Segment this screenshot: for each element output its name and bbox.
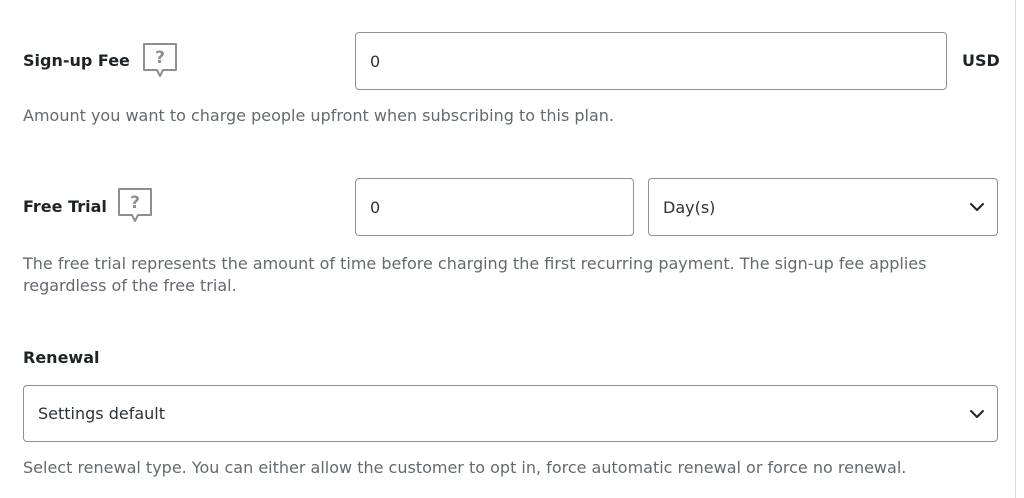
signup-fee-description: Amount you want to charge people upfront… bbox=[23, 106, 615, 125]
free-trial-description: The free trial represents the amount of … bbox=[23, 254, 927, 295]
free-trial-unit-value: Day(s) bbox=[663, 197, 716, 217]
signup-fee-value: 0 bbox=[370, 51, 381, 71]
panel-border bbox=[1015, 0, 1024, 498]
chevron-down-icon bbox=[970, 203, 984, 211]
renewal-value: Settings default bbox=[38, 404, 166, 423]
chevron-down-icon bbox=[970, 409, 984, 418]
free-trial-label: Free Trial bbox=[23, 197, 107, 216]
currency-label: USD bbox=[962, 51, 1000, 70]
renewal-description: Select renewal type. You can either allo… bbox=[23, 458, 907, 477]
question-bubble-icon[interactable]: ? bbox=[141, 42, 179, 80]
free-trial-input[interactable]: 0 bbox=[355, 178, 634, 236]
free-trial-unit-select[interactable]: Day(s) bbox=[648, 178, 998, 236]
question-bubble-icon[interactable]: ? bbox=[116, 187, 154, 225]
signup-fee-input[interactable]: 0 bbox=[355, 32, 947, 90]
renewal-select[interactable]: Settings default bbox=[23, 385, 998, 442]
signup-fee-label: Sign-up Fee bbox=[23, 51, 130, 70]
free-trial-value: 0 bbox=[370, 197, 381, 217]
renewal-label: Renewal bbox=[23, 348, 100, 367]
svg-text:?: ? bbox=[155, 48, 165, 68]
svg-text:?: ? bbox=[130, 193, 140, 213]
